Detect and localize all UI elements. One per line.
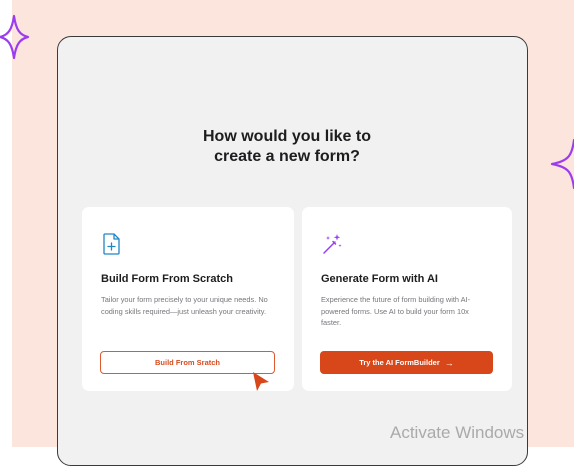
page-title-line2: create a new form? — [214, 148, 360, 165]
magic-wand-icon — [323, 234, 342, 254]
try-ai-formbuilder-button[interactable]: Try the AI FormBuilder → — [320, 351, 493, 374]
build-from-scratch-button[interactable]: Build From Sratch — [100, 351, 275, 374]
card-title: Generate Form with AI — [321, 273, 438, 285]
mouse-cursor-icon — [253, 372, 269, 391]
build-from-scratch-card: Build Form From Scratch Tailor your form… — [82, 207, 294, 391]
button-label: Build From Sratch — [154, 358, 220, 367]
arrow-right-icon: → — [444, 357, 454, 368]
card-description: Experience the future of form building w… — [321, 295, 471, 327]
activate-windows-watermark: Activate Windows — [390, 423, 525, 442]
button-label: Try the AI FormBuilder — [359, 358, 440, 367]
page-title: How would you like to — [203, 128, 371, 145]
card-title: Build Form From Scratch — [101, 273, 234, 285]
sparkle-icon — [0, 14, 30, 60]
document-plus-icon — [103, 233, 120, 255]
card-description: Tailor your form precisely to your uniqu… — [101, 295, 268, 316]
generate-with-ai-card: Generate Form with AI Experience the fut… — [302, 207, 512, 391]
